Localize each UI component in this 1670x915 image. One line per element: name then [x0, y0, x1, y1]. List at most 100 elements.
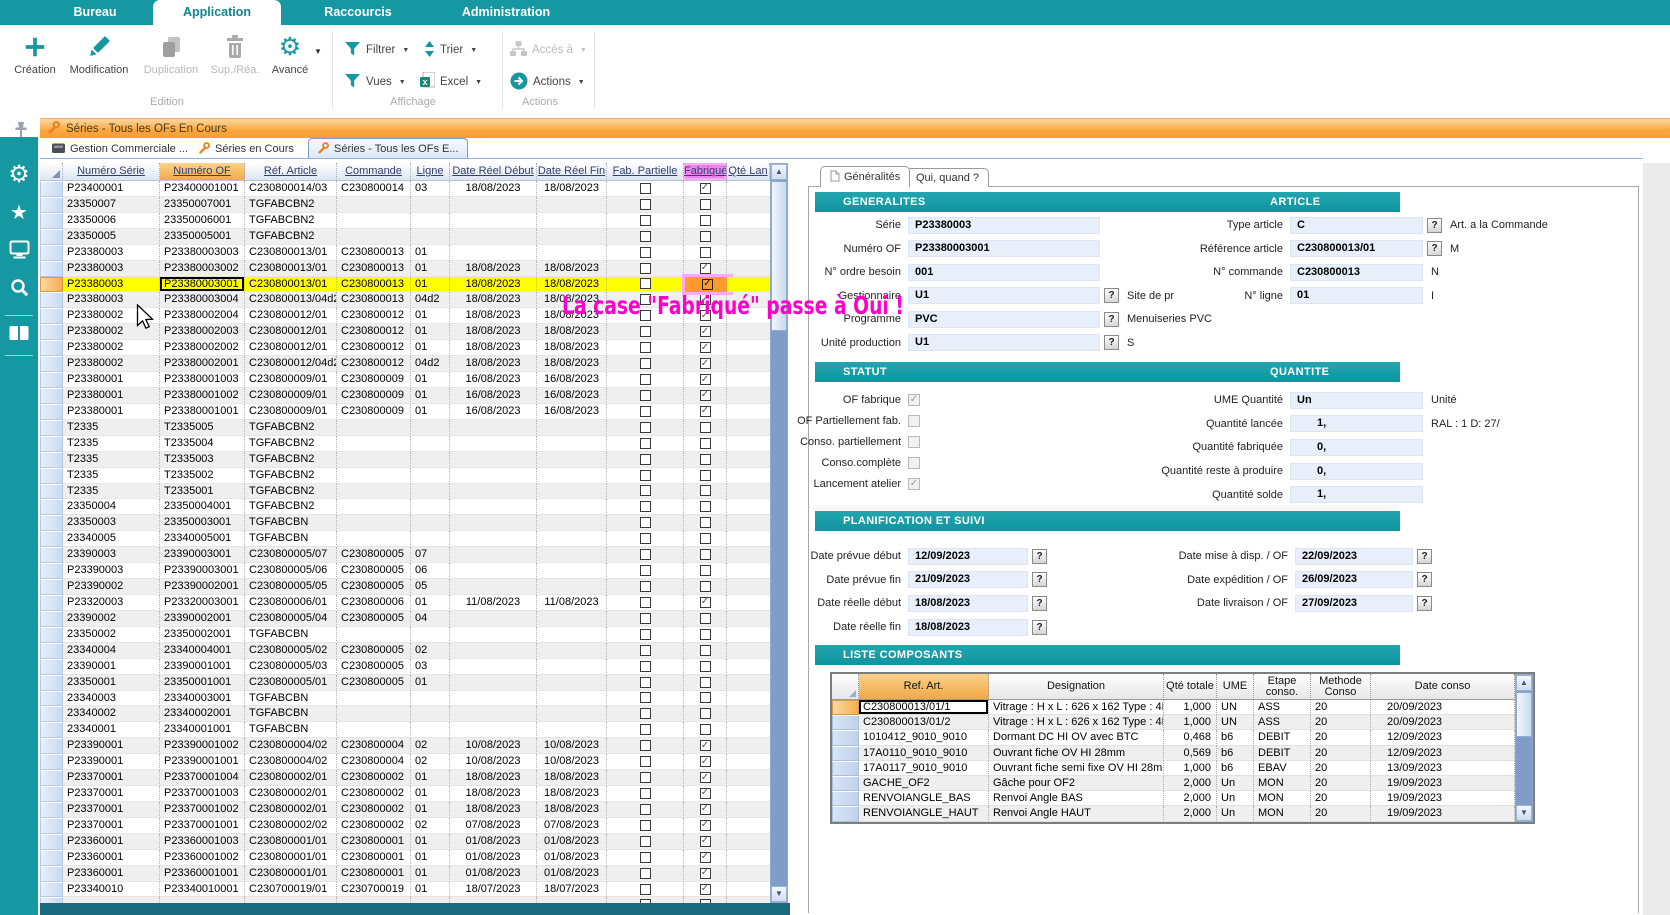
row-header[interactable]: [40, 706, 63, 722]
fab-partielle-checkbox[interactable]: [640, 884, 651, 895]
modification-button[interactable]: Modification: [62, 31, 136, 76]
fabrique-checkbox[interactable]: [700, 629, 711, 640]
creation-button[interactable]: Création: [8, 31, 62, 76]
component-row-header[interactable]: [832, 761, 859, 776]
row-header[interactable]: [40, 404, 63, 420]
help-button[interactable]: ?: [1417, 549, 1432, 564]
column-header[interactable]: Date Réel Fin: [537, 163, 607, 181]
row-header[interactable]: [40, 738, 63, 754]
row-header[interactable]: [40, 324, 63, 340]
grid-corner-cell[interactable]: [40, 163, 63, 181]
fabrique-checkbox[interactable]: [700, 565, 711, 576]
components-column-header[interactable]: UME: [1217, 674, 1254, 700]
components-column-header[interactable]: Qté totale: [1164, 674, 1217, 700]
fabrique-checkbox[interactable]: [700, 501, 711, 512]
help-button[interactable]: ?: [1417, 572, 1432, 587]
actions-button[interactable]: Actions ▼: [510, 72, 585, 92]
fab-partielle-checkbox[interactable]: [640, 756, 651, 767]
row-header[interactable]: [40, 229, 63, 245]
field-value[interactable]: P23380003: [908, 217, 1100, 234]
row-header[interactable]: [40, 197, 63, 213]
tab-qui-quand[interactable]: Qui, quand ?: [906, 168, 989, 187]
components-column-header[interactable]: Designation: [989, 674, 1164, 700]
column-header[interactable]: Date Réel Début: [450, 163, 537, 181]
field-value[interactable]: Un: [1290, 392, 1423, 409]
fab-partielle-checkbox[interactable]: [640, 836, 651, 847]
fab-partielle-checkbox[interactable]: [640, 677, 651, 688]
fabrique-checkbox[interactable]: [700, 422, 711, 433]
fab-partielle-checkbox[interactable]: [640, 533, 651, 544]
fab-partielle-checkbox[interactable]: [640, 422, 651, 433]
scroll-up-icon[interactable]: ▲: [1516, 675, 1532, 691]
fab-partielle-checkbox[interactable]: [640, 708, 651, 719]
column-header[interactable]: Réf. Article: [245, 163, 337, 181]
column-header[interactable]: Fabriqué: [684, 163, 727, 181]
fabrique-checkbox[interactable]: [700, 390, 711, 401]
fabrique-checkbox[interactable]: [700, 199, 711, 210]
field-value[interactable]: 12/09/2023: [908, 548, 1028, 565]
fab-partielle-checkbox[interactable]: [640, 326, 651, 337]
component-row[interactable]: 1010412_9010_9010Dormant DC HI OV avec B…: [832, 730, 1533, 745]
component-row[interactable]: 17A0110_9010_9010Ouvrant fiche OV HI 28m…: [832, 746, 1533, 761]
fab-partielle-checkbox[interactable]: [640, 247, 651, 258]
scroll-up-icon[interactable]: ▲: [771, 164, 787, 180]
fabrique-checkbox[interactable]: [700, 470, 711, 481]
row-header[interactable]: [40, 643, 63, 659]
row-header[interactable]: [40, 292, 63, 308]
components-scrollbar[interactable]: ▲ ▼: [1515, 674, 1533, 822]
field-value[interactable]: 1,: [1290, 486, 1423, 503]
help-button[interactable]: ?: [1032, 620, 1047, 635]
table-row[interactable]: T2335T2335004TGFABCBN2: [40, 436, 770, 452]
fabrique-checkbox[interactable]: [700, 374, 711, 385]
table-row[interactable]: 2335000323350003001TGFABCBN: [40, 515, 770, 531]
field-value[interactable]: PVC: [908, 311, 1100, 328]
star-icon[interactable]: ★: [0, 200, 38, 226]
table-row[interactable]: P23370001P23370001003C230800002/01C23080…: [40, 786, 770, 802]
status-checkbox[interactable]: [908, 415, 920, 427]
fabrique-checkbox[interactable]: [700, 820, 711, 831]
fabrique-checkbox[interactable]: [700, 645, 711, 656]
field-value[interactable]: 21/09/2023: [908, 571, 1028, 588]
component-row[interactable]: C230800013/01/1Vitrage : H x L : 626 x 1…: [832, 700, 1533, 715]
table-row[interactable]: P23340010P23340010001C230700019/01C23070…: [40, 882, 770, 898]
fabrique-checkbox[interactable]: [700, 215, 711, 226]
fabrique-checkbox[interactable]: [700, 613, 711, 624]
table-row[interactable]: 2335000423350004001TGFABCBN2: [40, 499, 770, 515]
table-row[interactable]: P23390003P23390003001C230800005/06C23080…: [40, 563, 770, 579]
row-header[interactable]: [40, 499, 63, 515]
tab-gestion-commerciale[interactable]: Gestion Commerciale ...: [52, 140, 188, 158]
fabrique-checkbox[interactable]: [700, 692, 711, 703]
fab-partielle-checkbox[interactable]: [640, 549, 651, 560]
fabrique-checkbox[interactable]: [700, 852, 711, 863]
help-button[interactable]: ?: [1104, 288, 1119, 303]
scroll-down-icon[interactable]: ▼: [771, 886, 787, 902]
fabrique-checkbox[interactable]: [700, 342, 711, 353]
fab-partielle-checkbox[interactable]: [640, 788, 651, 799]
table-row[interactable]: T2335T2335003TGFABCBN2: [40, 452, 770, 468]
fabrique-checkbox[interactable]: [700, 183, 711, 194]
row-header[interactable]: [40, 834, 63, 850]
fab-partielle-checkbox[interactable]: [640, 501, 651, 512]
column-header[interactable]: Numéro Série: [63, 163, 160, 181]
row-header[interactable]: [40, 754, 63, 770]
row-header[interactable]: [40, 388, 63, 404]
table-row[interactable]: 2339000223390002001C230800005/04C2308000…: [40, 611, 770, 627]
help-button[interactable]: ?: [1104, 312, 1119, 327]
columns-icon[interactable]: [0, 322, 38, 348]
fab-partielle-checkbox[interactable]: [640, 517, 651, 528]
fab-partielle-checkbox[interactable]: [640, 215, 651, 226]
field-value[interactable]: 1,: [1290, 415, 1423, 432]
fabrique-checkbox[interactable]: [700, 581, 711, 592]
menu-raccourcis[interactable]: Raccourcis: [318, 0, 398, 25]
menu-bureau[interactable]: Bureau: [55, 0, 135, 25]
component-row-header[interactable]: [832, 700, 859, 715]
row-header[interactable]: [40, 420, 63, 436]
table-row[interactable]: 2334000523340005001TGFABCBN: [40, 531, 770, 547]
status-checkbox[interactable]: [908, 394, 920, 406]
fab-partielle-checkbox[interactable]: [640, 613, 651, 624]
status-checkbox[interactable]: [908, 436, 920, 448]
fabrique-checkbox[interactable]: [700, 263, 711, 274]
field-value[interactable]: 18/08/2023: [908, 595, 1028, 612]
fabrique-checkbox[interactable]: [700, 549, 711, 560]
row-header[interactable]: [40, 452, 63, 468]
